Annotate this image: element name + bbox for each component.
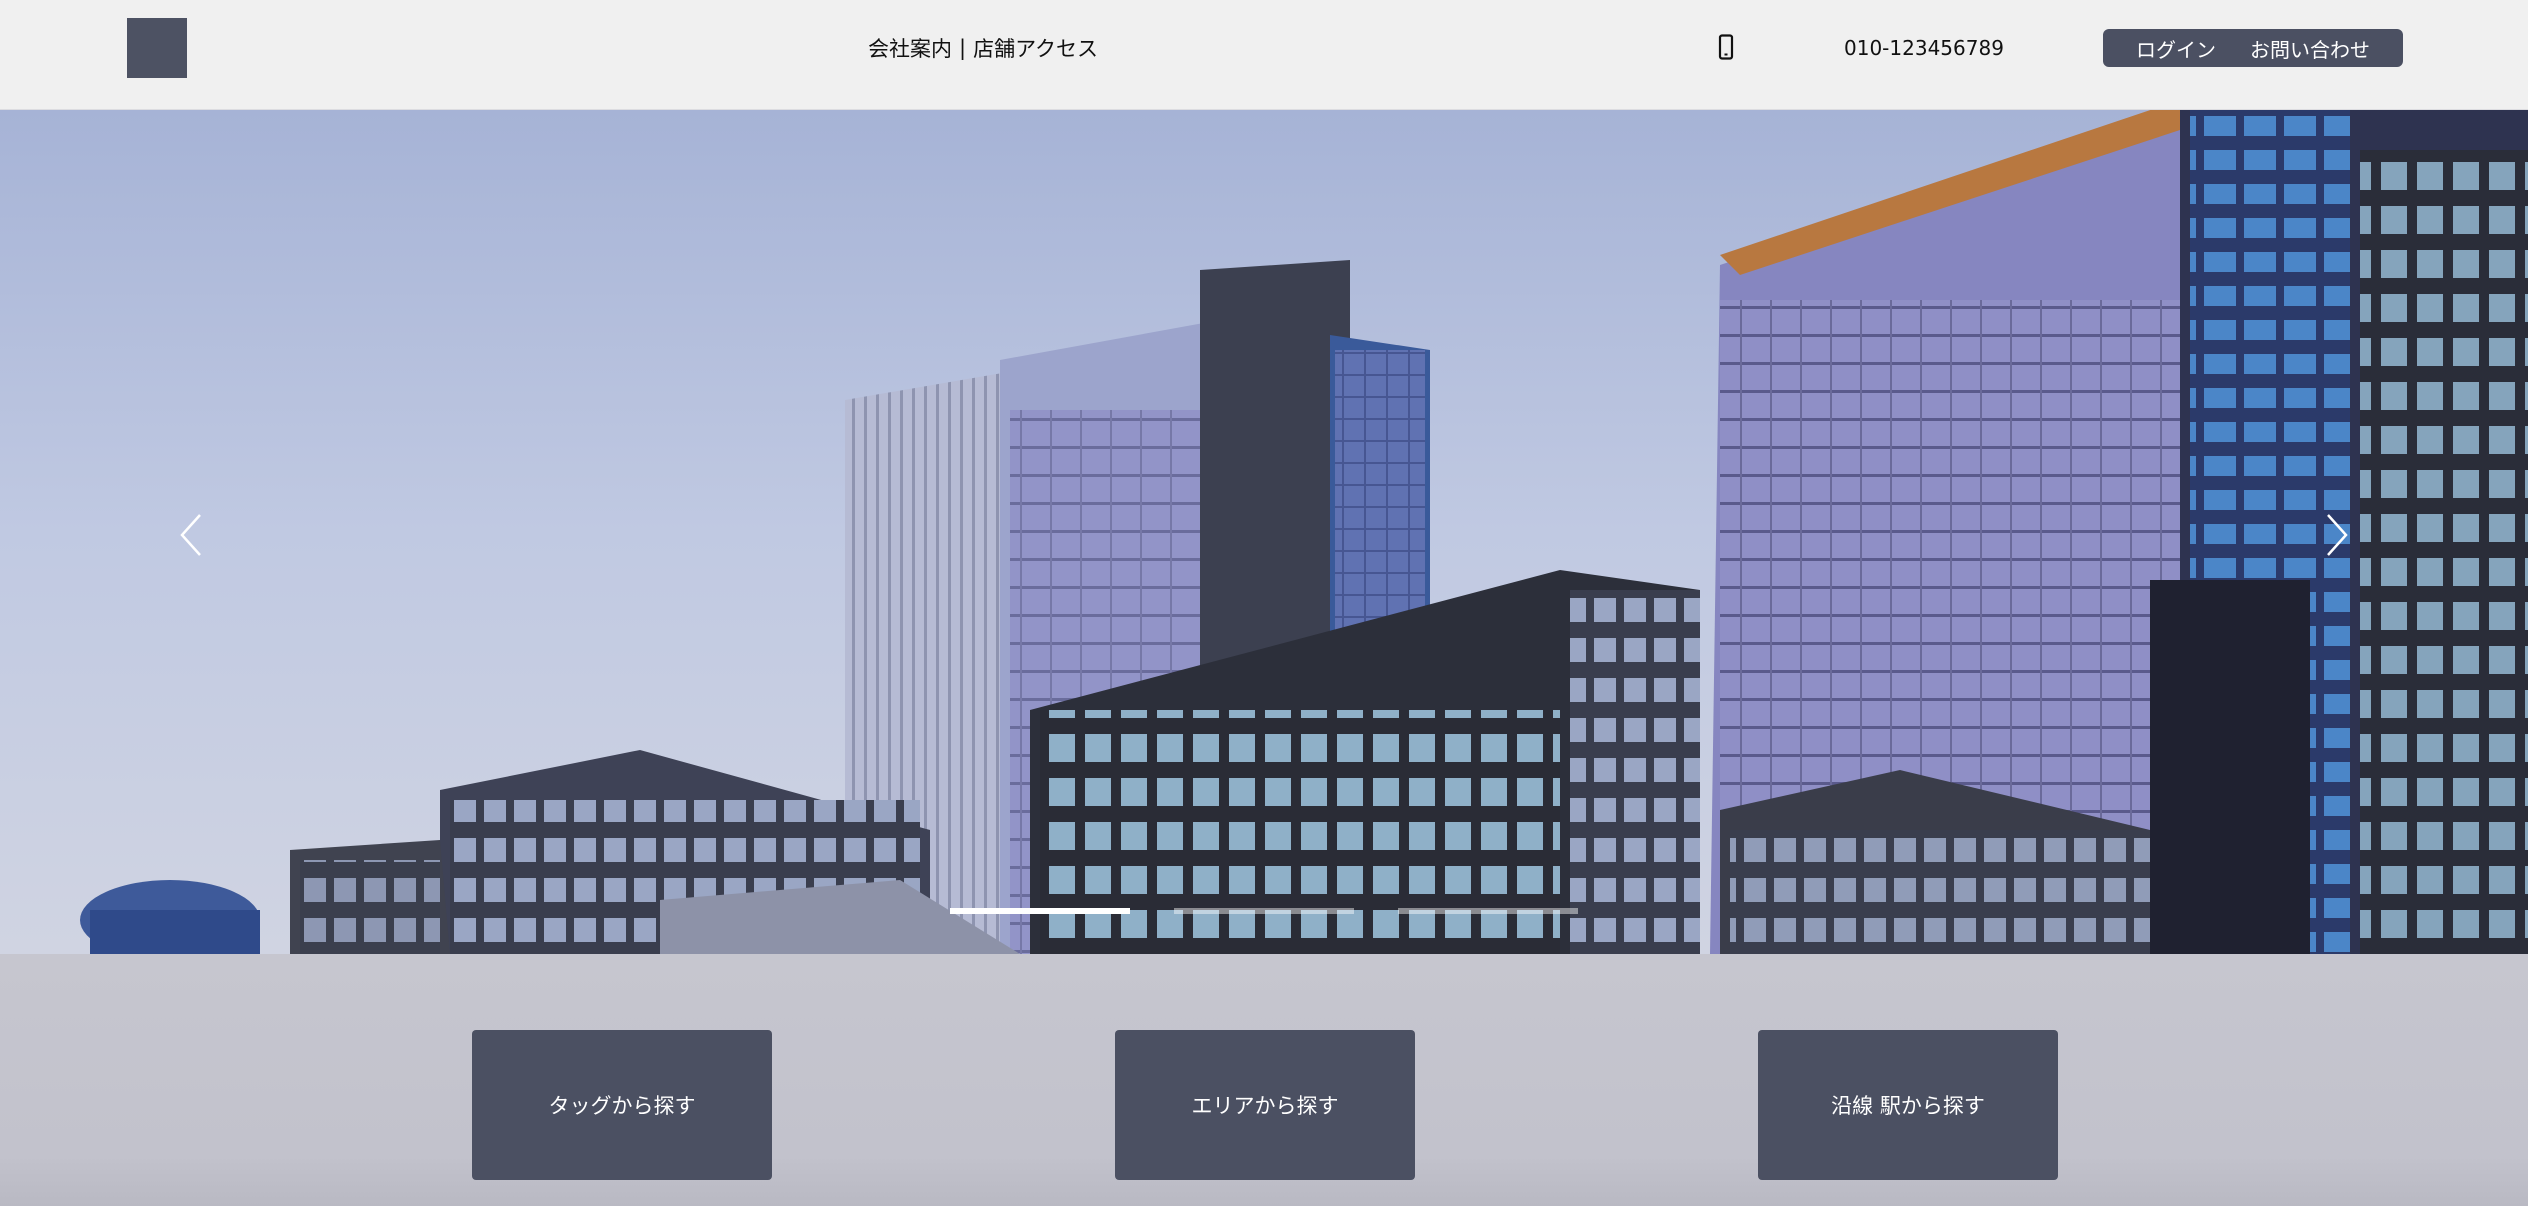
contact-button[interactable]: お問い合わせ xyxy=(2250,34,2370,63)
logo[interactable] xyxy=(127,18,187,78)
search-by-tag-button[interactable]: タッグから探す xyxy=(472,1030,772,1180)
hero-image xyxy=(0,110,2528,954)
nav-store-access[interactable]: 店舗アクセス xyxy=(973,33,1098,63)
phone-number[interactable]: 010-123456789 xyxy=(1844,0,2004,96)
chevron-left-icon[interactable] xyxy=(170,505,210,565)
nav-company-info[interactable]: 会社案内 xyxy=(868,33,952,63)
header-nav: 会社案内 | 店舗アクセス xyxy=(868,0,1098,96)
smartphone-icon xyxy=(1718,34,1734,60)
search-section: タッグから探す エリアから探す 沿線 駅から探す xyxy=(0,954,2528,1206)
slide-indicator-2[interactable] xyxy=(1174,908,1354,914)
site-header: 会社案内 | 店舗アクセス 010-123456789 ログイン お問い合わせ xyxy=(0,0,2528,110)
slide-indicator-1[interactable] xyxy=(950,908,1130,914)
chevron-right-icon[interactable] xyxy=(2318,505,2358,565)
search-by-area-button[interactable]: エリアから探す xyxy=(1115,1030,1415,1180)
nav-separator: | xyxy=(959,36,967,60)
search-by-station-button[interactable]: 沿線 駅から探す xyxy=(1758,1030,2058,1180)
header-actions: ログイン お問い合わせ xyxy=(2103,29,2403,67)
hero-slider xyxy=(0,110,2528,954)
login-button[interactable]: ログイン xyxy=(2136,34,2216,63)
slide-indicator-3[interactable] xyxy=(1398,908,1578,914)
slide-indicators xyxy=(950,908,1578,914)
